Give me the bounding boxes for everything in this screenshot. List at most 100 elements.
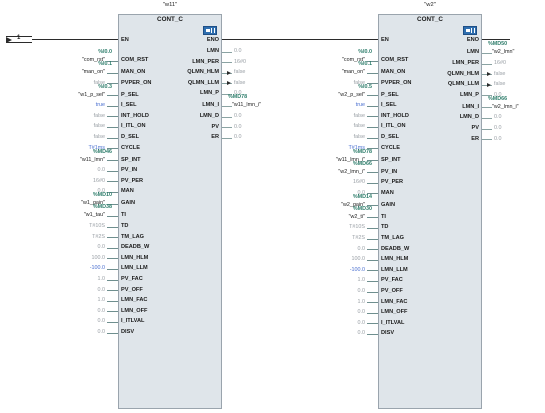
fb-instance-name[interactable]: "w11" [118, 2, 222, 8]
input-pin-int-hold[interactable]: INT_HOLD [381, 113, 409, 119]
input-tag[interactable]: "w11_lmn" [48, 157, 105, 163]
input-value[interactable]: 100.0 [58, 255, 106, 261]
output-pin-er[interactable]: ER [167, 134, 219, 140]
input-pin-pv-fac[interactable]: PV_FAC [121, 276, 143, 282]
input-value[interactable]: 0.0 [58, 318, 106, 324]
input-value[interactable]: T#10S [318, 224, 365, 230]
input-pin-ti[interactable]: TI [381, 214, 386, 220]
input-pin-i-itl-on[interactable]: I_ITL_ON [121, 123, 146, 129]
output-value[interactable]: 0.0 [234, 124, 242, 130]
output-pin-qlmn-llm[interactable]: QLMN_LLM [427, 81, 479, 87]
input-value[interactable]: T#10S [58, 223, 105, 229]
input-pin-cycle[interactable]: CYCLE [121, 145, 140, 151]
input-value[interactable]: -100.0 [58, 265, 105, 271]
output-tag[interactable]: "w2_lmn_i" [492, 104, 519, 110]
input-value[interactable]: true [318, 102, 365, 108]
input-pin-lmn-llm[interactable]: LMN_LLM [121, 265, 148, 271]
output-value[interactable]: 0.0 [234, 48, 242, 54]
input-value[interactable]: 1.0 [318, 299, 366, 305]
eno-pin[interactable]: ENO [456, 37, 479, 43]
output-pin-lmn-i[interactable]: LMN_I [427, 104, 479, 110]
input-value[interactable]: 100.0 [318, 256, 366, 262]
input-pin-tm-lag[interactable]: TM_LAG [121, 234, 144, 240]
input-value[interactable]: 1.0 [58, 276, 106, 282]
output-pin-pv[interactable]: PV [167, 124, 219, 130]
input-pin-i-itl-on[interactable]: I_ITL_ON [381, 123, 406, 129]
output-value[interactable]: false [494, 81, 505, 87]
output-pin-qlmn-llm[interactable]: QLMN_LLM [167, 80, 219, 86]
input-pin-i-itlval[interactable]: I_ITLVAL [381, 320, 404, 326]
input-tag[interactable]: "man_on" [308, 69, 365, 75]
input-value[interactable]: 16#0 [318, 179, 365, 185]
input-value[interactable]: false [318, 123, 365, 129]
input-value[interactable]: 0.0 [318, 288, 366, 294]
input-pin-td[interactable]: TD [121, 223, 128, 229]
output-pin-lmn-i[interactable]: LMN_I [167, 102, 219, 108]
input-pin-deadb-w[interactable]: DEADB_W [381, 246, 409, 252]
input-value[interactable]: false [58, 113, 105, 119]
input-value[interactable]: 0.0 [318, 309, 366, 315]
output-pin-lmn[interactable]: LMN [427, 49, 479, 55]
input-pin-td[interactable]: TD [381, 224, 388, 230]
input-pin-lmn-off[interactable]: LMN_OFF [121, 308, 147, 314]
input-tag[interactable]: "man_on" [48, 69, 105, 75]
input-pin-deadb-w[interactable]: DEADB_W [121, 244, 149, 250]
input-pin-gain[interactable]: GAIN [381, 202, 395, 208]
input-value[interactable]: -100.0 [318, 267, 365, 273]
output-pin-lmn-p[interactable]: LMN_P [427, 92, 479, 98]
input-pin-lmn-hlm[interactable]: LMN_HLM [121, 255, 148, 261]
input-pin-pv-off[interactable]: PV_OFF [121, 287, 143, 293]
output-value[interactable]: 0.0 [234, 113, 242, 119]
input-pin-lmn-llm[interactable]: LMN_LLM [381, 267, 408, 273]
input-value[interactable]: 0.0 [58, 167, 106, 173]
input-pin-tm-lag[interactable]: TM_LAG [381, 235, 404, 241]
output-pin-qlmn-hlm[interactable]: QLMN_HLM [167, 69, 219, 75]
input-pin-lmn-off[interactable]: LMN_OFF [381, 309, 407, 315]
input-pin-i-itlval[interactable]: I_ITLVAL [121, 318, 144, 324]
output-value[interactable]: false [234, 80, 245, 86]
input-pin-pvper-on[interactable]: PVPER_ON [381, 80, 411, 86]
input-pin-man[interactable]: MAN [381, 190, 394, 196]
en-pin[interactable]: EN [121, 37, 129, 43]
input-value[interactable]: true [58, 102, 105, 108]
input-value[interactable]: 0.0 [58, 308, 106, 314]
input-pin-gain[interactable]: GAIN [121, 200, 135, 206]
input-value[interactable]: 0.0 [58, 287, 106, 293]
input-value[interactable]: 1.0 [318, 277, 366, 283]
input-value[interactable]: 1.0 [58, 297, 106, 303]
function-block-icon[interactable] [463, 26, 477, 35]
input-pin-com-rst[interactable]: COM_RST [121, 57, 148, 63]
input-pin-pv-in[interactable]: PV_IN [121, 167, 137, 173]
fb-instance-name[interactable]: "w2" [378, 2, 482, 8]
input-pin-d-sel[interactable]: D_SEL [121, 134, 139, 140]
input-pin-com-rst[interactable]: COM_RST [381, 57, 408, 63]
input-value[interactable]: 0.0 [58, 329, 106, 335]
input-pin-p-sel[interactable]: P_SEL [381, 92, 399, 98]
input-pin-pv-in[interactable]: PV_IN [381, 169, 397, 175]
input-pin-man-on[interactable]: MAN_ON [381, 69, 405, 75]
output-value[interactable]: 0.0 [494, 136, 502, 142]
output-value[interactable]: 16#0 [494, 60, 506, 66]
input-value[interactable]: 0.0 [318, 320, 366, 326]
input-pin-sp-int[interactable]: SP_INT [121, 157, 141, 163]
input-pin-pv-per[interactable]: PV_PER [121, 178, 143, 184]
output-tag[interactable]: "w2_lmn" [492, 49, 514, 55]
input-pin-sp-int[interactable]: SP_INT [381, 157, 401, 163]
output-pin-pv[interactable]: PV [427, 125, 479, 131]
en-pin[interactable]: EN [381, 37, 389, 43]
output-pin-qlmn-hlm[interactable]: QLMN_HLM [427, 71, 479, 77]
output-value[interactable]: 16#0 [234, 59, 246, 65]
output-value[interactable]: false [234, 69, 245, 75]
input-value[interactable]: 16#0 [58, 178, 105, 184]
input-tag[interactable]: "w1_tau" [48, 212, 105, 218]
output-value[interactable]: false [494, 71, 505, 77]
input-value[interactable]: 0.0 [318, 246, 366, 252]
output-pin-lmn-d[interactable]: LMN_D [167, 113, 219, 119]
input-value[interactable]: false [58, 123, 105, 129]
input-pin-d-sel[interactable]: D_SEL [381, 134, 399, 140]
input-pin-pvper-on[interactable]: PVPER_ON [121, 80, 151, 86]
input-pin-man[interactable]: MAN [121, 188, 134, 194]
eno-pin[interactable]: ENO [196, 37, 219, 43]
input-pin-man-on[interactable]: MAN_ON [121, 69, 145, 75]
input-pin-pv-off[interactable]: PV_OFF [381, 288, 403, 294]
